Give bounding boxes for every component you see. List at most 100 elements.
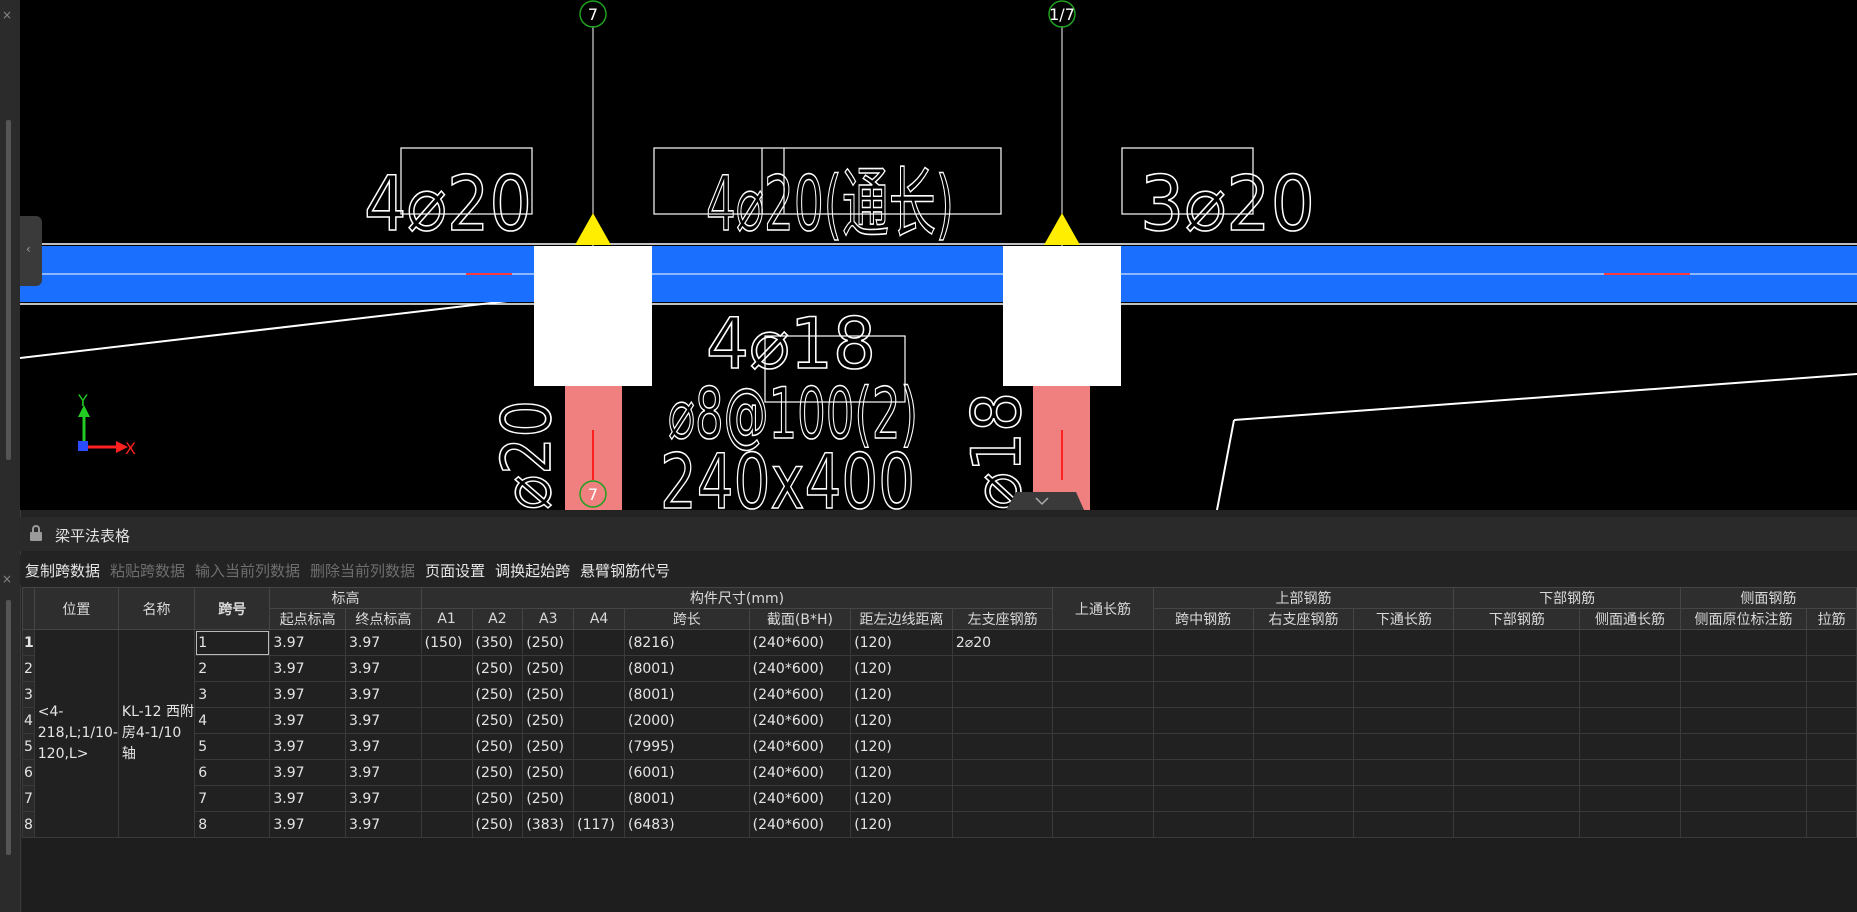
cell-rebar-empty[interactable] — [1806, 629, 1857, 656]
collapse-panel-button[interactable]: ‹ — [20, 216, 42, 286]
cell-rebar-empty[interactable] — [1579, 629, 1681, 656]
delete-column-data-button[interactable]: 删除当前列数据 — [305, 560, 420, 581]
cell-span[interactable]: 7 — [194, 785, 271, 812]
header-side-continuous[interactable]: 侧面通长筋 — [1579, 608, 1681, 630]
header-name[interactable]: 名称 — [117, 587, 196, 630]
header-a4[interactable]: A4 — [573, 608, 625, 630]
header-section[interactable]: 截面(B*H) — [748, 608, 852, 630]
cell-end[interactable]: 3.97 — [345, 733, 422, 760]
row-number[interactable]: 4 — [22, 707, 35, 734]
lock-icon[interactable] — [30, 525, 42, 541]
cell-rebar-empty[interactable] — [1453, 759, 1581, 786]
cell-dist[interactable]: (120) — [850, 655, 953, 682]
table-row[interactable]: 6 6 3.97 3.97 (250) (250) (6001) (240*600) (120) — [22, 759, 1857, 786]
cell-rebar-empty[interactable] — [1152, 759, 1254, 786]
row-number[interactable]: 6 — [22, 759, 35, 786]
cell-a4[interactable]: (117) — [573, 811, 625, 838]
cell-dist[interactable]: (120) — [850, 733, 953, 760]
header-a3[interactable]: A3 — [522, 608, 575, 630]
cell-a2[interactable]: (250) — [471, 785, 524, 812]
cell-sec[interactable]: (240*600) — [748, 681, 852, 708]
cell-a3[interactable]: (383) — [522, 811, 575, 838]
cell-rebar-empty[interactable] — [1679, 681, 1808, 708]
cell-topcont[interactable] — [951, 707, 1054, 734]
cell-sec[interactable]: (240*600) — [748, 629, 852, 656]
cell-rebar-empty[interactable] — [1052, 655, 1154, 682]
cell-a1[interactable]: (150) — [420, 629, 473, 656]
cell-end[interactable]: 3.97 — [345, 655, 422, 682]
cell-dist[interactable]: (120) — [850, 629, 953, 656]
cell-a3[interactable]: (250) — [522, 785, 575, 812]
cell-len[interactable]: (6483) — [623, 811, 750, 838]
cell-a1[interactable] — [420, 707, 473, 734]
cell-rebar-empty[interactable] — [1453, 629, 1581, 656]
cell-rebar-empty[interactable] — [1453, 655, 1581, 682]
paste-span-data-button[interactable]: 粘贴跨数据 — [105, 560, 190, 581]
row-number[interactable]: 3 — [22, 681, 35, 708]
cell-rebar-empty[interactable] — [1252, 785, 1355, 812]
cell-start[interactable]: 3.97 — [269, 655, 347, 682]
header-left-support[interactable]: 左支座钢筋 — [951, 608, 1054, 630]
cell-rebar-empty[interactable] — [1579, 759, 1681, 786]
column-right[interactable] — [1003, 246, 1121, 386]
cell-rebar-empty[interactable] — [1052, 759, 1154, 786]
cell-sec[interactable]: (240*600) — [748, 759, 852, 786]
table-row[interactable]: 4 4 3.97 3.97 (250) (250) (2000) (240*600) (120) — [22, 707, 1857, 734]
cell-rebar-empty[interactable] — [1806, 655, 1857, 682]
cell-rebar-empty[interactable] — [1579, 681, 1681, 708]
cell-rebar-empty[interactable] — [1052, 785, 1154, 812]
cell-rebar-empty[interactable] — [1579, 707, 1681, 734]
cell-len[interactable]: (7995) — [623, 733, 750, 760]
table-row[interactable]: 5 5 3.97 3.97 (250) (250) (7995) (240*600) (120) — [22, 733, 1857, 760]
cell-a2[interactable]: (250) — [471, 759, 524, 786]
cell-sec[interactable]: (240*600) — [748, 733, 852, 760]
cell-rebar-empty[interactable] — [1052, 681, 1154, 708]
cell-rebar-empty[interactable] — [1679, 629, 1808, 656]
page-setup-button[interactable]: 页面设置 — [420, 560, 490, 581]
cell-sec[interactable]: (240*600) — [748, 811, 852, 838]
cell-a4[interactable] — [573, 655, 625, 682]
cell-len[interactable]: (8001) — [623, 655, 750, 682]
header-edge-distance[interactable]: 距左边线距离 — [850, 608, 953, 630]
cell-rebar-empty[interactable] — [1453, 811, 1581, 838]
cell-rebar-empty[interactable] — [1152, 681, 1254, 708]
cell-rebar-empty[interactable] — [1353, 759, 1455, 786]
cell-a4[interactable] — [573, 707, 625, 734]
cell-start[interactable]: 3.97 — [269, 681, 347, 708]
cell-a1[interactable] — [420, 759, 473, 786]
cell-position[interactable]: <4-218,L;1/10-120,L> — [33, 629, 119, 838]
header-top-continuous[interactable]: 上通长筋 — [1052, 587, 1154, 630]
header-tie[interactable]: 拉筋 — [1806, 608, 1857, 630]
cell-sec[interactable]: (240*600) — [748, 785, 852, 812]
cell-a3[interactable]: (250) — [522, 681, 575, 708]
cell-rebar-empty[interactable] — [1579, 655, 1681, 682]
cell-topcont[interactable] — [951, 681, 1054, 708]
cell-sec[interactable]: (240*600) — [748, 655, 852, 682]
cell-start[interactable]: 3.97 — [269, 759, 347, 786]
cell-rebar-empty[interactable] — [1252, 655, 1355, 682]
cell-dist[interactable]: (120) — [850, 759, 953, 786]
cell-span[interactable]: 4 — [194, 707, 271, 734]
cell-rebar-empty[interactable] — [1353, 655, 1455, 682]
header-bottom-bars[interactable]: 下部钢筋 — [1453, 608, 1581, 630]
header-end-elev[interactable]: 终点标高 — [345, 608, 422, 630]
cell-rebar-empty[interactable] — [1806, 811, 1857, 838]
cell-dist[interactable]: (120) — [850, 811, 953, 838]
cell-span[interactable]: 8 — [194, 811, 271, 838]
cell-rebar-empty[interactable] — [1252, 811, 1355, 838]
cell-len[interactable]: (6001) — [623, 759, 750, 786]
cell-a4[interactable] — [573, 681, 625, 708]
cell-len[interactable]: (8001) — [623, 681, 750, 708]
cell-a2[interactable]: (250) — [471, 681, 524, 708]
cell-rebar-empty[interactable] — [1679, 785, 1808, 812]
cell-rebar-empty[interactable] — [1806, 759, 1857, 786]
cell-topcont[interactable]: 2⌀20 — [951, 629, 1054, 656]
cell-rebar-empty[interactable] — [1152, 707, 1254, 734]
cell-a1[interactable] — [420, 733, 473, 760]
cell-sec[interactable]: (240*600) — [748, 707, 852, 734]
cell-len[interactable]: (8216) — [623, 629, 750, 656]
close-icon[interactable]: × — [2, 572, 12, 586]
cell-rebar-empty[interactable] — [1353, 733, 1455, 760]
cell-a1[interactable] — [420, 681, 473, 708]
cell-len[interactable]: (2000) — [623, 707, 750, 734]
